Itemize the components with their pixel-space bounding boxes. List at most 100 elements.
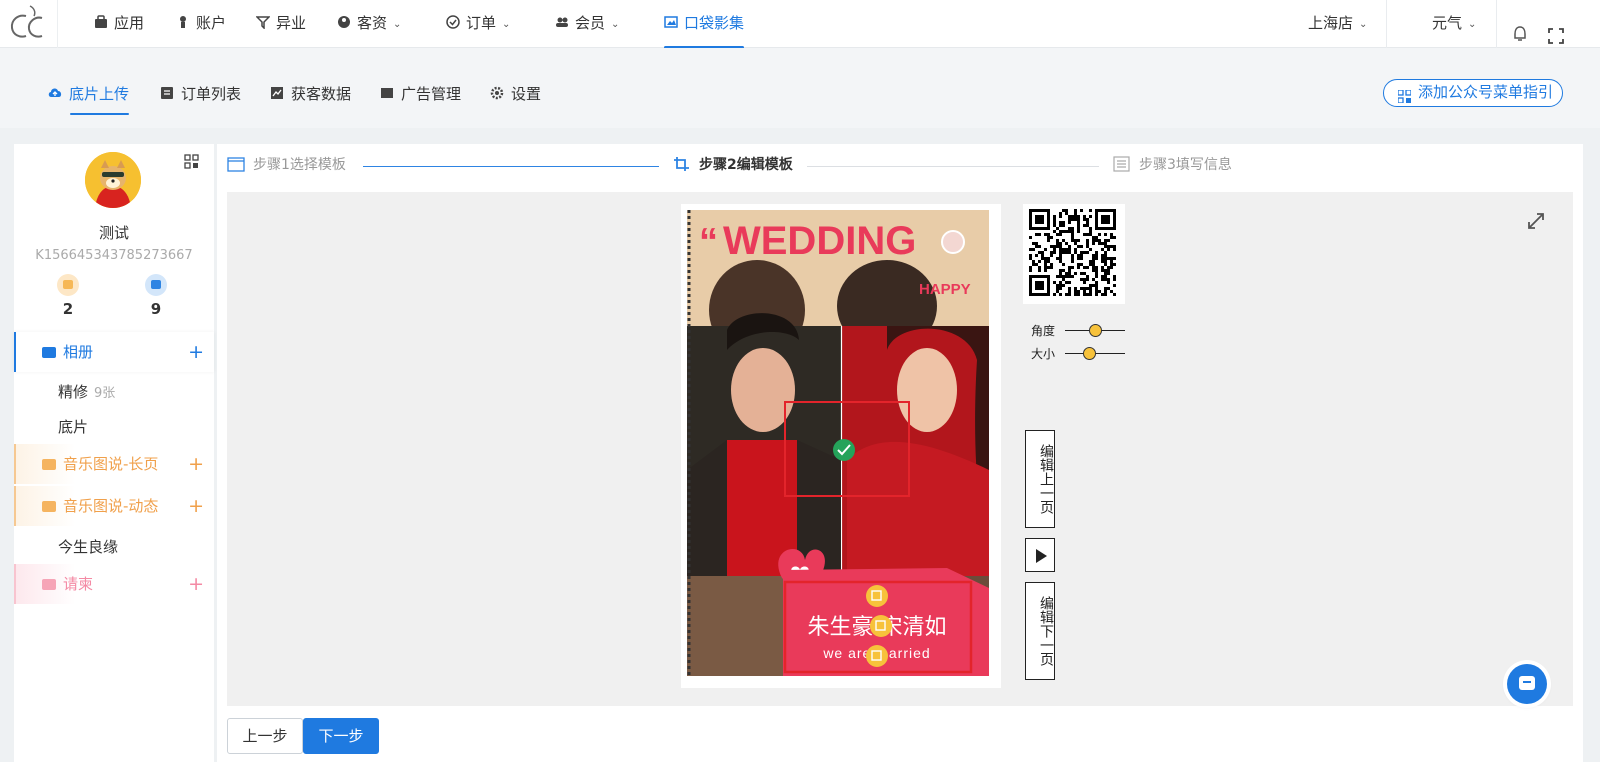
add-icon[interactable]: +: [188, 444, 204, 484]
store-selector[interactable]: 上海店 ⌄: [1308, 0, 1367, 48]
size-slider[interactable]: 大小: [1031, 345, 1125, 362]
sidebar-item-music-long[interactable]: 音乐图说-长页 +: [14, 444, 214, 484]
divider: [1386, 0, 1387, 48]
fullscreen-icon[interactable]: [1548, 16, 1564, 44]
nav-crossindustry[interactable]: 异业: [255, 0, 307, 48]
sidebar-item-music-dynamic[interactable]: 音乐图说-动态 +: [14, 486, 214, 526]
step-3-label: 步骤3填写信息: [1139, 157, 1232, 173]
poster-happy: HAPPY: [919, 281, 971, 298]
stat-orders: 2: [48, 274, 88, 318]
size-label: 大小: [1031, 347, 1056, 361]
avatar[interactable]: [85, 152, 141, 208]
add-icon[interactable]: +: [188, 486, 204, 526]
sidebar-item-albums-label: 相册: [63, 343, 94, 361]
nav-customers-label: 客资: [357, 14, 388, 32]
qr-icon: [1397, 86, 1412, 104]
bell-icon[interactable]: [1512, 15, 1528, 41]
qr-code: [1023, 204, 1125, 304]
sidebar-subitem-retouch[interactable]: 精修 9张: [58, 381, 115, 402]
nav-account-label: 账户: [196, 14, 227, 32]
template-icon: [227, 156, 245, 172]
edit-prev-page-button[interactable]: 编辑上一页: [1025, 430, 1055, 528]
sidebar-subitem-negatives-label: 底片: [58, 418, 89, 436]
play-icon: [1036, 549, 1047, 563]
tab-settings[interactable]: 设置: [490, 83, 541, 107]
angle-slider[interactable]: 角度: [1031, 322, 1125, 339]
size-knob[interactable]: [1082, 347, 1096, 360]
nav-members-label: 会员: [575, 14, 606, 32]
tab-settings-label: 设置: [511, 85, 542, 103]
store-name: 上海店: [1308, 14, 1354, 32]
play-button[interactable]: [1025, 538, 1055, 572]
nav-pocket-album[interactable]: 口袋影集: [664, 0, 745, 49]
edit-text-icon[interactable]: [870, 615, 892, 637]
sidebar-item-albums[interactable]: 相册 +: [14, 332, 214, 372]
chevron-down-icon: ⌄: [1359, 19, 1368, 30]
cloud-upload-icon: [48, 86, 62, 100]
stat-orders-count: 2: [62, 300, 74, 318]
sidebar-subitem-retouch-label: 精修: [58, 383, 89, 401]
profile-name: 测试: [98, 224, 129, 242]
gear-icon: [490, 86, 504, 100]
add-menu-guide-label: 添加公众号菜单指引: [1418, 83, 1554, 101]
chevron-down-icon: ⌄: [611, 19, 620, 30]
tab-negative-upload[interactable]: 底片上传: [48, 83, 130, 115]
add-menu-guide-button[interactable]: 添加公众号菜单指引: [1383, 79, 1563, 107]
folder-icon: [57, 274, 79, 296]
step-3[interactable]: 步骤3填写信息: [1113, 154, 1232, 174]
nav-members[interactable]: 会员 ⌄: [555, 0, 619, 48]
step-2[interactable]: 步骤2编辑模板: [673, 154, 793, 174]
filter-icon: [255, 1, 271, 30]
nav-crossindustry-label: 异业: [276, 14, 307, 32]
stat-albums-count: 9: [150, 300, 162, 318]
tab-negative-upload-label: 底片上传: [69, 85, 130, 103]
qr-code-icon[interactable]: [184, 154, 200, 170]
step-line: [363, 166, 659, 167]
nav-orders[interactable]: 订单 ⌄: [446, 0, 510, 48]
expand-icon[interactable]: [1527, 212, 1545, 230]
angle-label: 角度: [1031, 324, 1056, 338]
sidebar-item-music-long-label: 音乐图说-长页: [63, 455, 159, 473]
tab-order-list-label: 订单列表: [181, 85, 242, 103]
next-step-button[interactable]: 下一步: [303, 718, 379, 754]
edit-text-icon[interactable]: [866, 585, 888, 607]
check-circle-icon: [446, 1, 460, 29]
poster-title: WEDDING: [723, 219, 916, 263]
music-book-icon: [42, 501, 56, 512]
edit-text-icon[interactable]: [866, 645, 888, 667]
people-icon: [337, 1, 351, 28]
edit-next-page-button[interactable]: 编辑下一页: [1025, 582, 1055, 680]
step-line: [807, 166, 1099, 167]
nav-app[interactable]: 应用: [94, 0, 144, 48]
nav-account[interactable]: 账户: [176, 0, 226, 48]
user-menu[interactable]: 元气 ⌄: [1432, 0, 1476, 48]
step-indicator: 步骤1选择模板 步骤2编辑模板 步骤3填写信息: [217, 144, 1583, 192]
nav-pocket-album-label: 口袋影集: [684, 14, 745, 32]
chevron-down-icon: ⌄: [393, 19, 402, 30]
stat-albums: 9: [136, 274, 176, 318]
app-logo[interactable]: [0, 0, 58, 48]
nav-customers[interactable]: 客资 ⌄: [337, 0, 401, 48]
prev-step-button[interactable]: 上一步: [227, 718, 303, 754]
chevron-down-icon: ⌄: [502, 19, 511, 30]
sidebar-item-invitation[interactable]: 请柬 +: [14, 564, 214, 604]
angle-knob[interactable]: [1088, 324, 1102, 337]
add-icon[interactable]: +: [188, 564, 204, 604]
nav-orders-label: 订单: [466, 14, 497, 32]
step-1[interactable]: 步骤1选择模板: [227, 154, 346, 174]
tab-order-list[interactable]: 订单列表: [160, 83, 241, 107]
tab-ad-management[interactable]: 广告管理: [380, 83, 461, 107]
tab-acquisition-data[interactable]: 获客数据: [270, 83, 351, 107]
tab-ad-management-label: 广告管理: [401, 85, 462, 103]
wedding-poster[interactable]: “ WEDDING HAPPY 朱生豪 宋清如 we are married: [681, 204, 1001, 688]
chat-button[interactable]: [1507, 664, 1547, 704]
group-icon: [555, 1, 569, 27]
sidebar: 测试 K156645343785273667 2 9 相册 + 精修 9张 底片 …: [14, 144, 214, 762]
ad-icon: [380, 86, 394, 100]
chevron-down-icon: ⌄: [1468, 19, 1477, 30]
add-icon[interactable]: +: [188, 332, 204, 372]
sidebar-item-invitation-label: 请柬: [63, 575, 94, 593]
user-name: 元气: [1432, 14, 1463, 32]
sidebar-subitem-negatives[interactable]: 底片: [58, 416, 88, 437]
sidebar-subitem-destiny[interactable]: 今生良缘: [58, 536, 118, 557]
